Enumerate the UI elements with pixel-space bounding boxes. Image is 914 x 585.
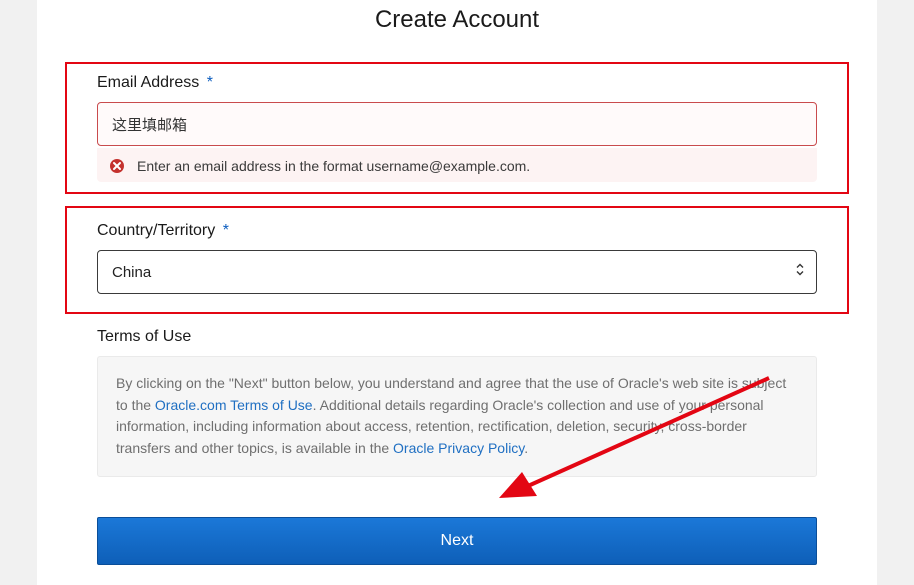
page-title: Create Account [37,0,877,62]
terms-heading: Terms of Use [97,328,817,346]
country-select[interactable]: China [97,250,817,294]
next-button[interactable]: Next [97,517,817,565]
email-label: Email Address * [97,74,817,92]
email-label-text: Email Address [97,74,199,91]
country-label: Country/Territory * [97,222,817,240]
required-mark: * [207,74,213,91]
country-label-text: Country/Territory [97,222,215,239]
terms-text-post: . [524,440,528,456]
email-error-row: Enter an email address in the format use… [97,148,817,182]
privacy-policy-link[interactable]: Oracle Privacy Policy [393,440,524,456]
required-mark: * [223,222,229,239]
email-error-text: Enter an email address in the format use… [137,158,530,174]
terms-of-use-link[interactable]: Oracle.com Terms of Use [155,397,313,413]
country-highlight-box: Country/Territory * China [65,206,849,314]
error-icon [109,158,125,174]
email-highlight-box: Email Address * Enter an email address i… [65,62,849,194]
terms-box: By clicking on the "Next" button below, … [97,356,817,477]
email-input[interactable] [97,102,817,146]
create-account-panel: Create Account Email Address * Enter an … [37,0,877,585]
